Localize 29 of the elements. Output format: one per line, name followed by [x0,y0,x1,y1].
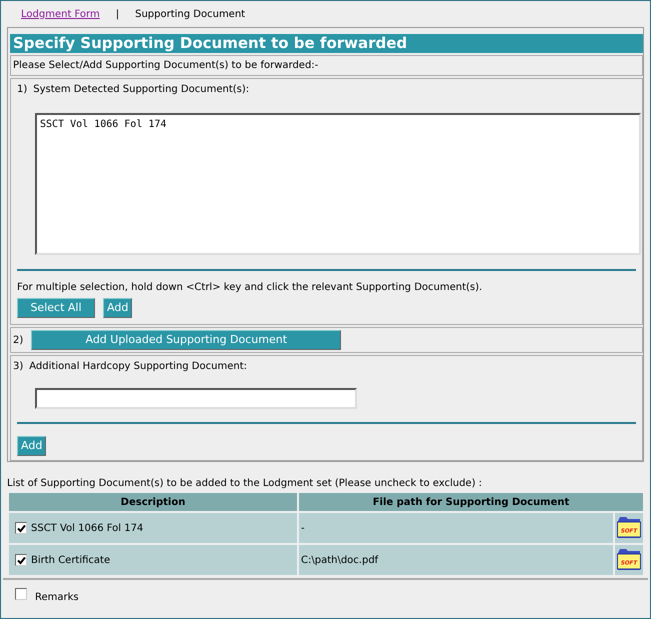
table-cell-text: Birth Certificate [31,554,110,568]
include-checkbox[interactable] [15,522,27,534]
table-cell-text: SSCT Vol 1066 Fol 174 [31,522,144,536]
section-label: System Detected Supporting Document(s): [33,83,250,97]
add-uploaded-button[interactable]: Add Uploaded Supporting Document [31,330,342,350]
column-header: Description [9,493,297,511]
hint-text: For multiple selection, hold down <Ctrl> key and click the relevant Supporting Document(s). [17,281,484,295]
step-number: 2) [13,334,24,348]
instruction-text: Please Select/Add Supporting Document(s) to be forwarded:- [13,60,318,71]
add-button[interactable]: Add [103,298,132,318]
include-checkbox[interactable] [15,554,27,566]
step-number: 3) [13,360,24,374]
document-listbox[interactable]: SSCT Vol 1066 Fol 174 [35,113,641,255]
select-all-button[interactable]: Select All [17,298,95,318]
tab[interactable]: Supporting Document [135,6,246,22]
remarks-label: Remarks [35,591,79,605]
tab[interactable]: Lodgment Form [21,6,100,22]
hardcopy-input-field[interactable] [35,388,357,409]
tab-separator: | [116,8,120,22]
section-label: Additional Hardcopy Supporting Document: [29,360,247,374]
table-cell: - [299,513,613,543]
section-heading: Specify Supporting Document to be forwarded [10,34,643,53]
table-caption: List of Supporting Document(s) to be added to the Lodgment set (Please uncheck to exclude) : [7,477,484,491]
table-cell: C:\path\doc.pdf [299,545,613,575]
list-option[interactable]: SSCT Vol 1066 Fol 174 [39,117,637,132]
column-header: File path for Supporting Document [299,493,643,511]
add-button[interactable]: Add [17,436,46,456]
step-number: 1) [17,83,28,97]
remarks-checkbox[interactable] [15,588,27,600]
